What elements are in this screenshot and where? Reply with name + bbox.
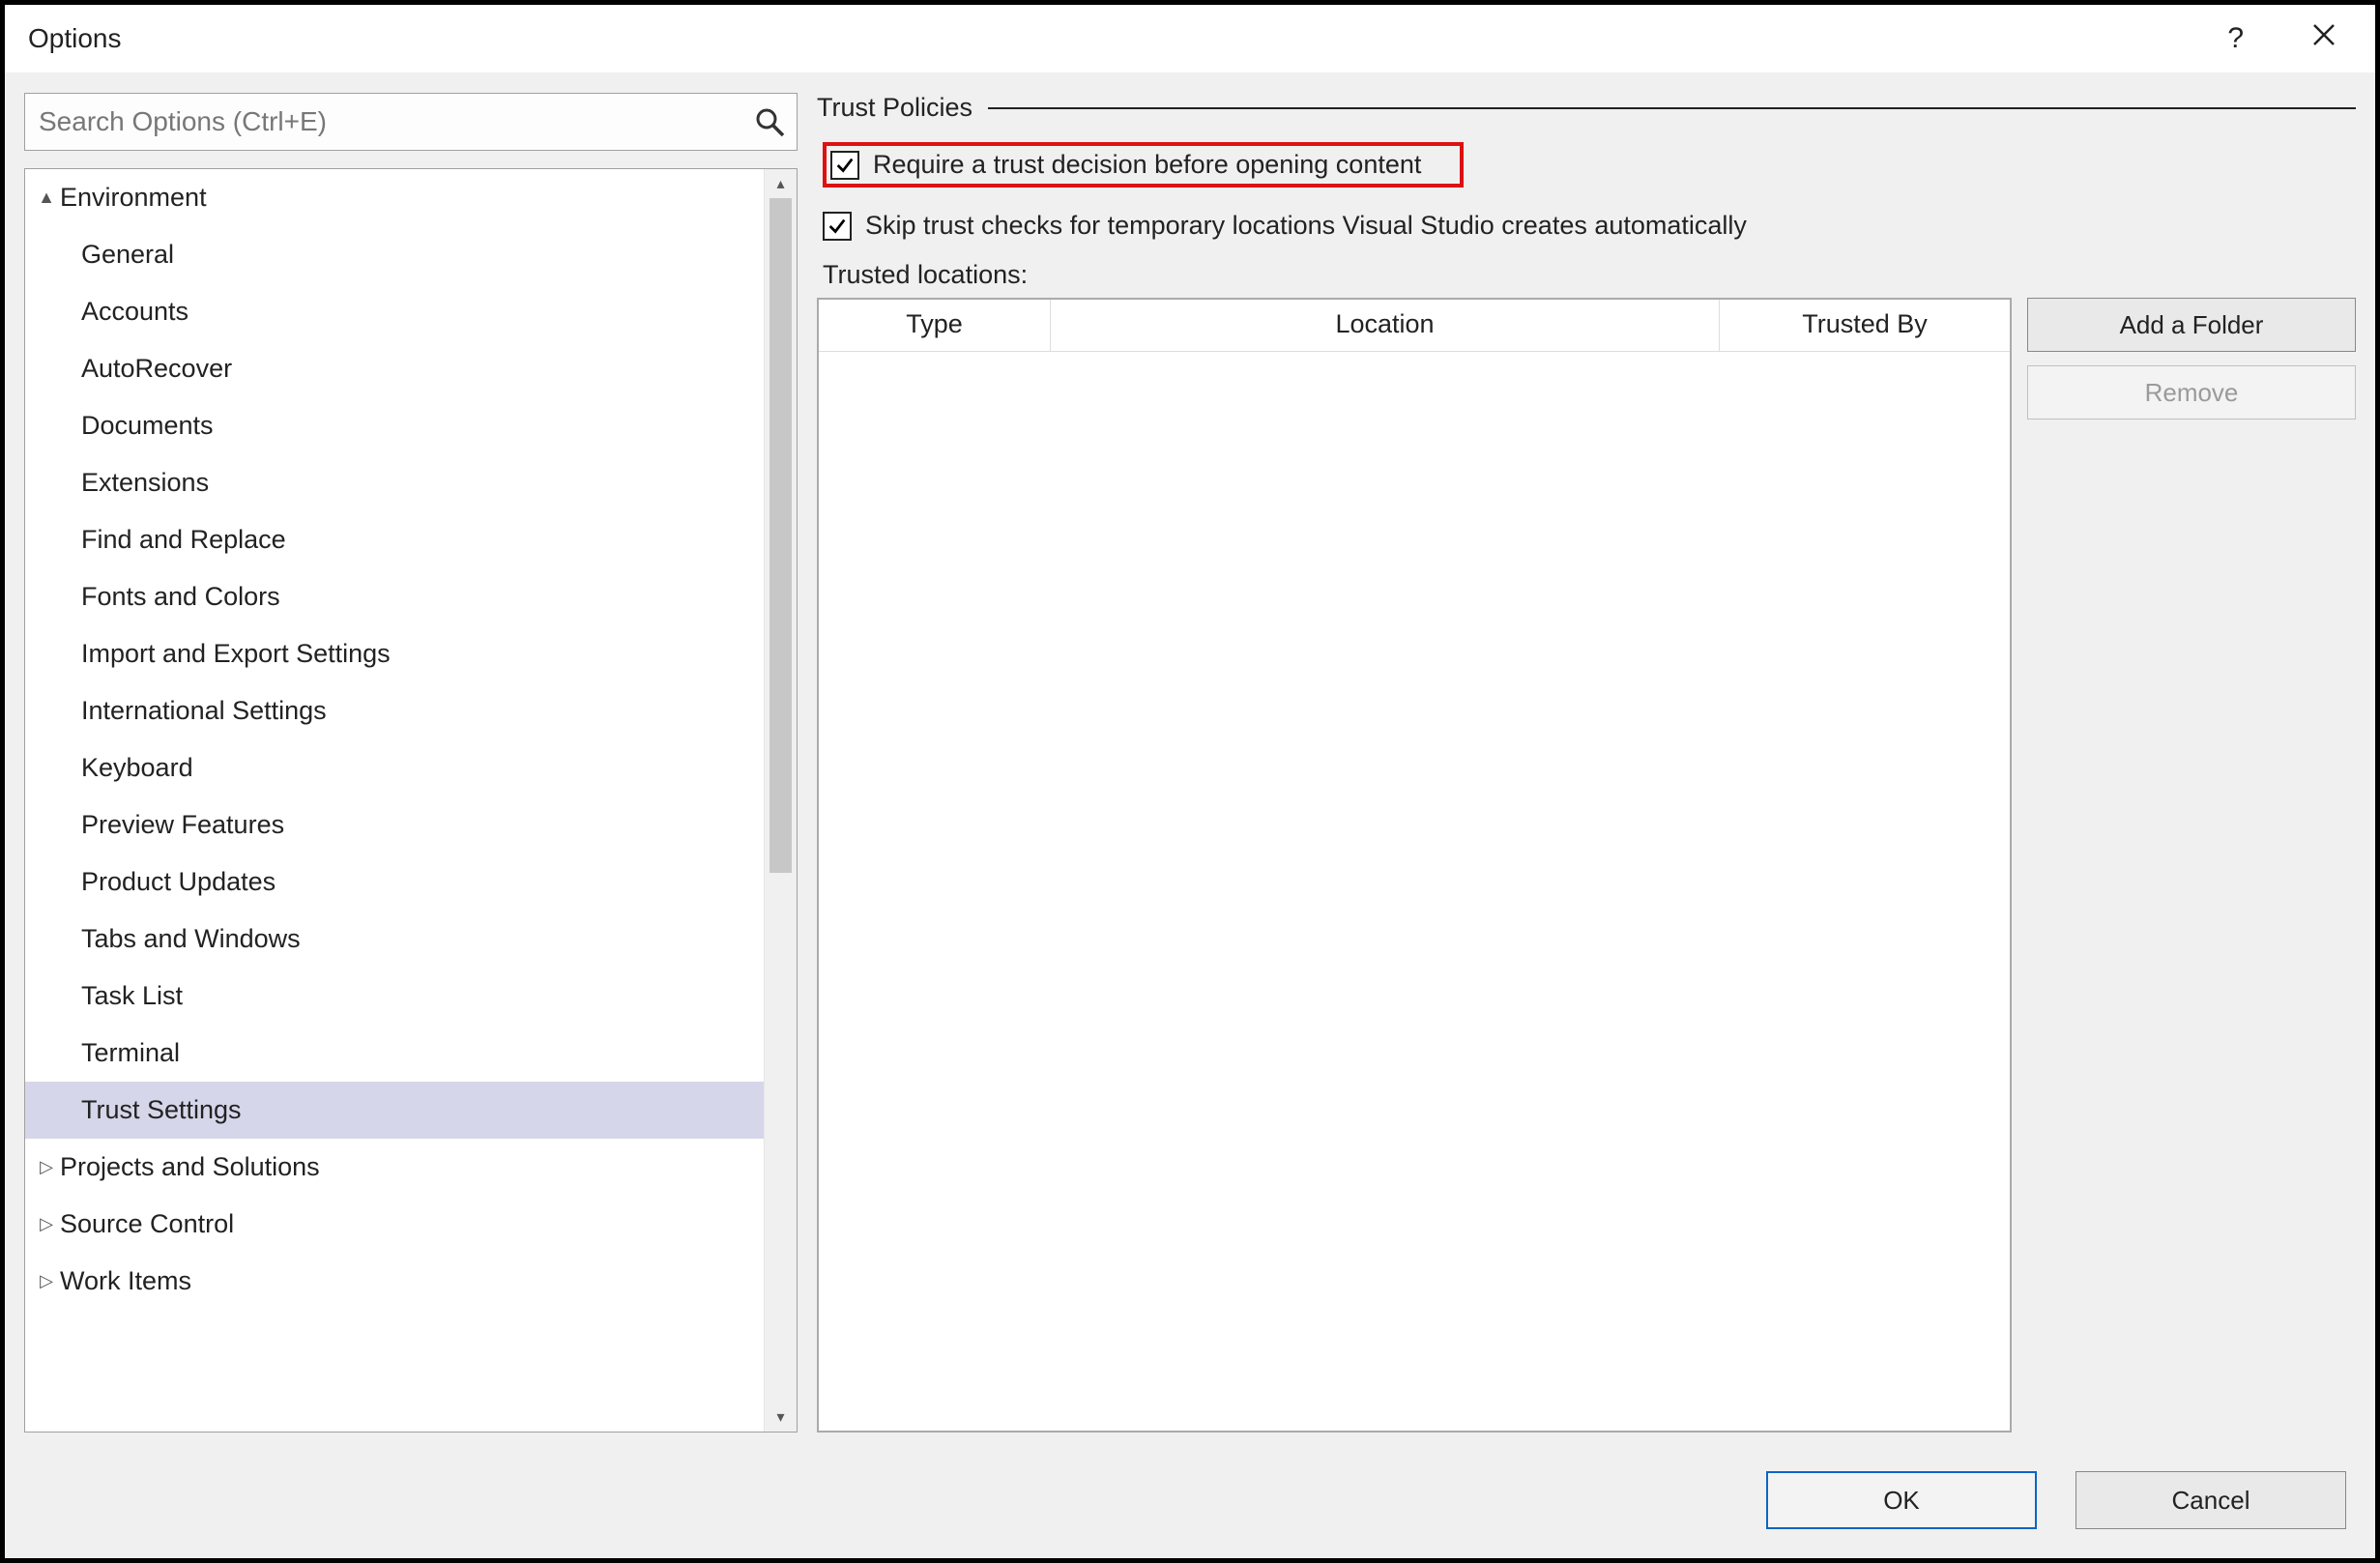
require-trust-label: Require a trust decision before opening … bbox=[873, 150, 1421, 180]
tree-label: Import and Export Settings bbox=[81, 639, 391, 669]
col-location[interactable]: Location bbox=[1051, 300, 1720, 351]
tree-node-accounts[interactable]: Accounts bbox=[25, 283, 764, 340]
options-tree: ▲Environment General Accounts AutoRecove… bbox=[24, 168, 798, 1433]
ok-button[interactable]: OK bbox=[1766, 1471, 2037, 1529]
tree-node-terminal[interactable]: Terminal bbox=[25, 1025, 764, 1082]
tree-node-international[interactable]: International Settings bbox=[25, 682, 764, 739]
tree-label: Keyboard bbox=[81, 753, 193, 783]
trusted-locations-buttons: Add a Folder Remove bbox=[2027, 298, 2356, 1433]
require-trust-checkbox[interactable] bbox=[830, 151, 859, 180]
tree-node-environment[interactable]: ▲Environment bbox=[25, 169, 764, 226]
scroll-thumb[interactable] bbox=[769, 198, 792, 873]
left-pane: ▲Environment General Accounts AutoRecove… bbox=[24, 93, 798, 1433]
search-box[interactable] bbox=[24, 93, 798, 151]
tree-node-find-replace[interactable]: Find and Replace bbox=[25, 511, 764, 568]
tree-node-autorecover[interactable]: AutoRecover bbox=[25, 340, 764, 397]
highlight-box: Require a trust decision before opening … bbox=[823, 142, 1464, 188]
dialog-footer: OK Cancel bbox=[24, 1433, 2356, 1539]
tree-node-work-items[interactable]: ▷Work Items bbox=[25, 1253, 764, 1310]
client-area: ▲Environment General Accounts AutoRecove… bbox=[5, 72, 2375, 1558]
collapse-icon: ▷ bbox=[37, 1214, 56, 1234]
table-body bbox=[819, 352, 2010, 1431]
tree-label: Extensions bbox=[81, 468, 209, 498]
group-divider bbox=[988, 107, 2356, 109]
tree-node-task-list[interactable]: Task List bbox=[25, 968, 764, 1025]
scroll-up-icon[interactable]: ▴ bbox=[765, 169, 797, 198]
skip-temp-label: Skip trust checks for temporary location… bbox=[865, 211, 1747, 241]
window-title: Options bbox=[24, 23, 122, 54]
tree-node-general[interactable]: General bbox=[25, 226, 764, 283]
expand-icon: ▲ bbox=[37, 188, 56, 208]
right-pane: Trust Policies Require a trust decision … bbox=[817, 93, 2356, 1433]
tree-scroll-region[interactable]: ▲Environment General Accounts AutoRecove… bbox=[25, 169, 764, 1432]
col-trusted-by[interactable]: Trusted By bbox=[1720, 300, 2010, 351]
tree-label: Work Items bbox=[60, 1266, 191, 1296]
cancel-button[interactable]: Cancel bbox=[2075, 1471, 2346, 1529]
tree-node-tabs-windows[interactable]: Tabs and Windows bbox=[25, 911, 764, 968]
trust-policies-group: Trust Policies bbox=[817, 93, 2356, 123]
tree-label: Accounts bbox=[81, 297, 189, 327]
tree-node-import-export[interactable]: Import and Export Settings bbox=[25, 625, 764, 682]
trusted-locations-label: Trusted locations: bbox=[823, 260, 2356, 290]
search-icon bbox=[754, 106, 785, 137]
tree-label: International Settings bbox=[81, 696, 327, 726]
group-label: Trust Policies bbox=[817, 93, 972, 123]
trusted-locations-area: Type Location Trusted By Add a Folder Re… bbox=[817, 298, 2356, 1433]
trusted-locations-table[interactable]: Type Location Trusted By bbox=[817, 298, 2012, 1433]
tree-label: Trust Settings bbox=[81, 1095, 242, 1125]
tree-node-trust-settings[interactable]: Trust Settings bbox=[25, 1082, 764, 1139]
tree-label: Terminal bbox=[81, 1038, 180, 1068]
tree-label: Product Updates bbox=[81, 867, 276, 897]
collapse-icon: ▷ bbox=[37, 1157, 56, 1177]
window-controls: ? bbox=[2227, 22, 2356, 55]
tree-label: Task List bbox=[81, 981, 183, 1011]
tree-label: General bbox=[81, 240, 174, 270]
tree-label: Projects and Solutions bbox=[60, 1152, 320, 1182]
tree-node-updates[interactable]: Product Updates bbox=[25, 854, 764, 911]
scroll-down-icon[interactable]: ▾ bbox=[765, 1403, 797, 1432]
tree-node-keyboard[interactable]: Keyboard bbox=[25, 739, 764, 796]
tree-label: Tabs and Windows bbox=[81, 924, 301, 954]
tree-node-source-control[interactable]: ▷Source Control bbox=[25, 1196, 764, 1253]
tree-node-extensions[interactable]: Extensions bbox=[25, 454, 764, 511]
scroll-track[interactable] bbox=[765, 198, 797, 1403]
dialog-body: ▲Environment General Accounts AutoRecove… bbox=[24, 93, 2356, 1433]
search-input[interactable] bbox=[37, 105, 748, 138]
tree-label: Environment bbox=[60, 183, 207, 213]
tree-label: Source Control bbox=[60, 1209, 234, 1239]
table-header: Type Location Trusted By bbox=[819, 300, 2010, 352]
add-folder-button[interactable]: Add a Folder bbox=[2027, 298, 2356, 352]
tree-node-fonts-colors[interactable]: Fonts and Colors bbox=[25, 568, 764, 625]
titlebar: Options ? bbox=[5, 5, 2375, 72]
tree-label: Find and Replace bbox=[81, 525, 286, 555]
remove-button: Remove bbox=[2027, 365, 2356, 420]
tree-label: Fonts and Colors bbox=[81, 582, 280, 612]
options-dialog: Options ? ▲Environment Ge bbox=[0, 0, 2380, 1563]
tree-node-documents[interactable]: Documents bbox=[25, 397, 764, 454]
tree-scrollbar[interactable]: ▴ ▾ bbox=[764, 169, 797, 1432]
tree-label: Preview Features bbox=[81, 810, 284, 840]
tree-label: Documents bbox=[81, 411, 214, 441]
tree-label: AutoRecover bbox=[81, 354, 232, 384]
require-trust-row: Require a trust decision before opening … bbox=[823, 142, 2356, 188]
close-icon[interactable] bbox=[2311, 22, 2336, 55]
skip-temp-checkbox[interactable] bbox=[823, 212, 852, 241]
help-icon[interactable]: ? bbox=[2227, 22, 2244, 55]
tree-node-preview[interactable]: Preview Features bbox=[25, 796, 764, 854]
tree-node-projects-solutions[interactable]: ▷Projects and Solutions bbox=[25, 1139, 764, 1196]
col-type[interactable]: Type bbox=[819, 300, 1051, 351]
skip-temp-row: Skip trust checks for temporary location… bbox=[823, 211, 2356, 241]
collapse-icon: ▷ bbox=[37, 1271, 56, 1291]
